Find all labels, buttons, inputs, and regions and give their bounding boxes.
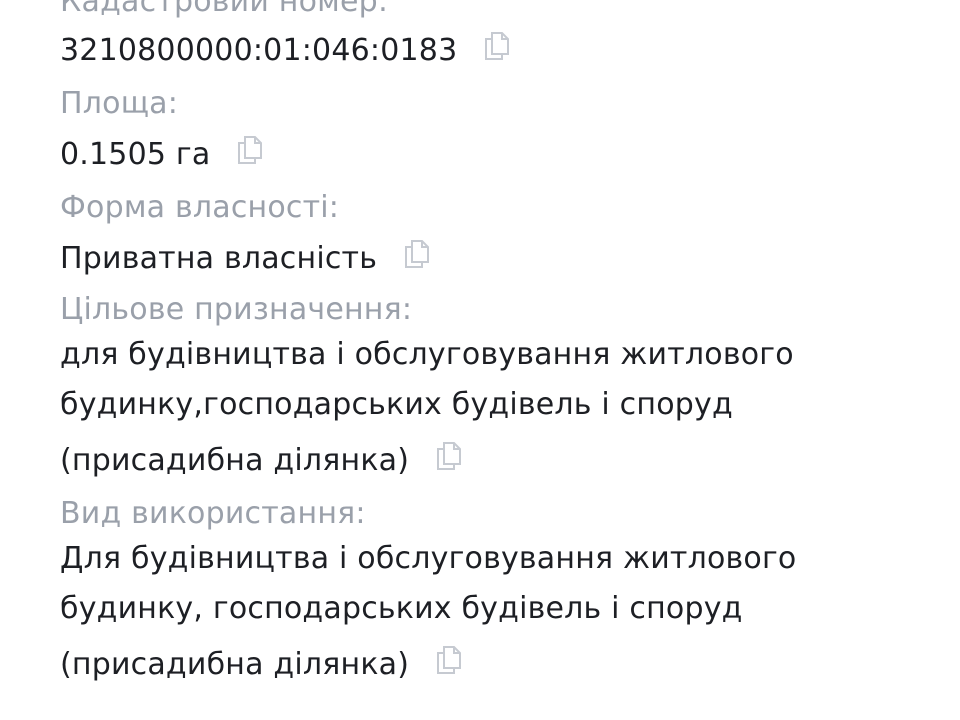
- parcel-info-page: Кадастровий номер: 3210800000:01:046:018…: [0, 0, 960, 720]
- parcel-details: Кадастровий номер: 3210800000:01:046:018…: [60, 0, 940, 690]
- field-label: Площа:: [60, 86, 179, 121]
- copy-icon[interactable]: [236, 134, 264, 166]
- field-value-line: будинку,господарських будівель і споруд: [60, 387, 733, 422]
- field-value-line: для будівництва і обслуговування житлово…: [60, 337, 794, 372]
- field-area: Площа: 0.1505 га: [60, 86, 940, 180]
- field-label: Форма власності:: [60, 190, 340, 225]
- copy-icon[interactable]: [435, 440, 463, 472]
- field-value-text: Приватна власність: [60, 241, 378, 276]
- field-value-text: 3210800000:01:046:0183: [60, 33, 458, 68]
- field-label: Кадастровий номер:: [60, 0, 389, 19]
- field-value: Для будівництва і обслуговування житлово…: [60, 534, 940, 690]
- field-value-text: 0.1505 га: [60, 137, 211, 172]
- field-value-line: будинку, господарських будівель і споруд: [60, 591, 743, 626]
- field-ownership-form: Форма власності: Приватна власність: [60, 190, 940, 284]
- field-value: 0.1505 га: [60, 130, 940, 180]
- field-value: 3210800000:01:046:0183: [60, 26, 940, 76]
- field-value-text: (присадибна ділянка): [60, 443, 410, 478]
- field-value: для будівництва і обслуговування житлово…: [60, 330, 940, 486]
- field-value-line-last: (присадибна ділянка): [60, 640, 940, 690]
- field-value-text: (присадибна ділянка): [60, 647, 410, 682]
- field-purpose: Цільове призначення: для будівництва і о…: [60, 292, 940, 486]
- field-label: Цільове призначення:: [60, 292, 413, 327]
- field-usage-type: Вид використання: Для будівництва і обсл…: [60, 496, 940, 690]
- field-cadastral-number: Кадастровий номер: 3210800000:01:046:018…: [60, 0, 940, 76]
- copy-icon[interactable]: [483, 30, 511, 62]
- copy-icon[interactable]: [403, 238, 431, 270]
- field-label: Вид використання:: [60, 496, 366, 531]
- copy-icon[interactable]: [435, 644, 463, 676]
- field-value-line-last: (присадибна ділянка): [60, 436, 940, 486]
- field-value: Приватна власність: [60, 234, 940, 284]
- field-value-line: Для будівництва і обслуговування житлово…: [60, 541, 797, 576]
